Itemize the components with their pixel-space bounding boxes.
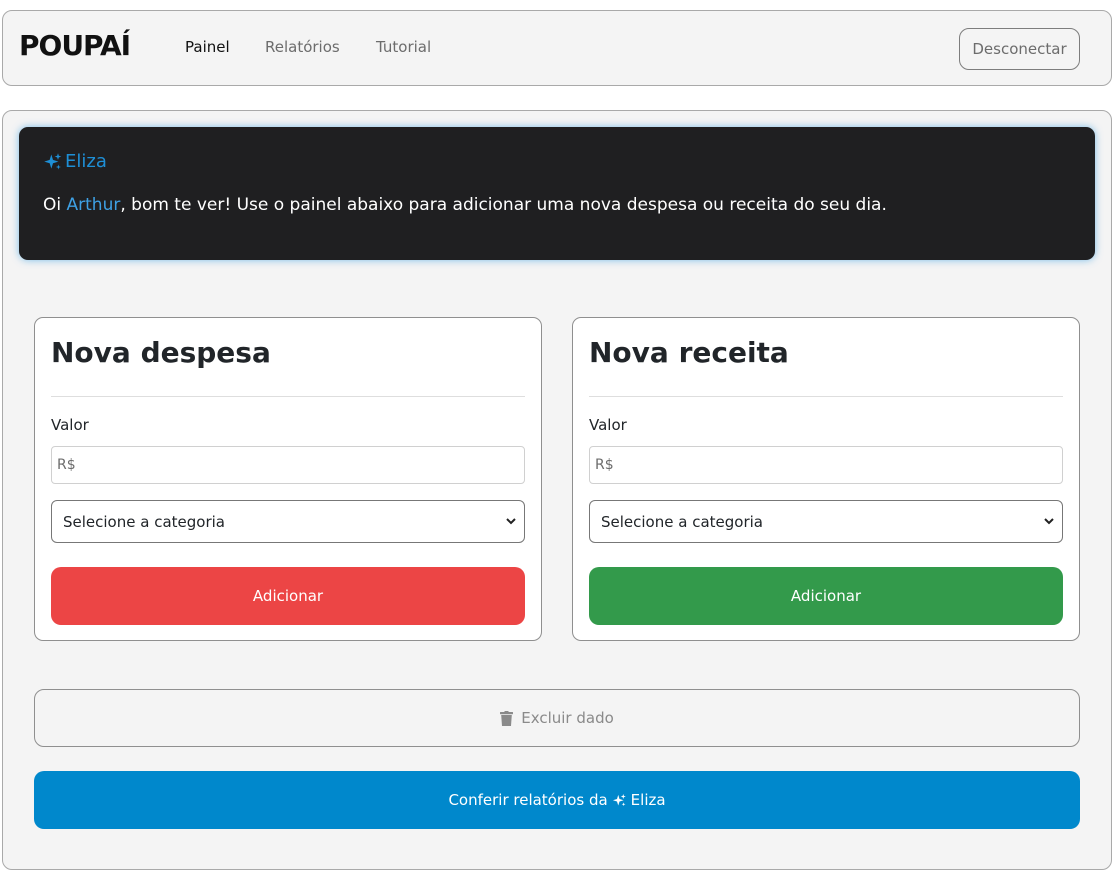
dashboard-panel: Eliza Oi Arthur, bom te ver! Use o paine… (2, 110, 1112, 870)
expense-card-title: Nova despesa (51, 336, 271, 369)
income-card-title: Nova receita (589, 336, 789, 369)
divider (589, 396, 1063, 397)
brand-logo[interactable]: POUPAÍ (19, 29, 131, 62)
income-category-select[interactable]: Selecione a categoria (589, 500, 1063, 543)
chevron-down-icon (1044, 518, 1054, 525)
expense-value-input[interactable] (51, 446, 525, 484)
trash-icon (500, 710, 514, 726)
greeting-suffix: , bom te ver! Use o painel abaixo para a… (120, 195, 887, 215)
eliza-greeting: Oi Arthur, bom te ver! Use o painel abai… (43, 195, 887, 215)
add-expense-button[interactable]: Adicionar (51, 567, 525, 625)
income-card: Nova receita Valor Selecione a categoria… (572, 317, 1080, 641)
sparkle-icon (612, 793, 626, 806)
eliza-name: Eliza (65, 151, 107, 172)
chevron-down-icon (506, 518, 516, 525)
reports-label: Conferir relatórios da (448, 791, 608, 809)
income-category-selected: Selecione a categoria (601, 512, 763, 531)
nav-link-relatorios[interactable]: Relatórios (265, 38, 340, 56)
income-value-input[interactable] (589, 446, 1063, 484)
divider (51, 396, 525, 397)
greeting-prefix: Oi (43, 195, 67, 215)
expense-category-select[interactable]: Selecione a categoria (51, 500, 525, 543)
income-value-label: Valor (589, 416, 627, 434)
nav-link-tutorial[interactable]: Tutorial (376, 38, 431, 56)
view-reports-button[interactable]: Conferir relatórios da Eliza (34, 771, 1080, 829)
expense-card: Nova despesa Valor Selecione a categoria… (34, 317, 542, 641)
expense-value-label: Valor (51, 416, 89, 434)
top-navbar: POUPAÍ Painel Relatórios Tutorial Descon… (2, 10, 1112, 86)
logout-button[interactable]: Desconectar (959, 28, 1080, 70)
eliza-assistant-banner: Eliza Oi Arthur, bom te ver! Use o paine… (19, 127, 1095, 260)
reports-eliza-name: Eliza (630, 791, 666, 809)
eliza-title: Eliza (43, 151, 107, 172)
delete-data-label: Excluir dado (521, 709, 614, 727)
expense-category-selected: Selecione a categoria (63, 512, 225, 531)
nav-link-painel[interactable]: Painel (185, 38, 230, 56)
delete-data-button[interactable]: Excluir dado (34, 689, 1080, 747)
sparkle-icon (44, 152, 62, 169)
add-income-button[interactable]: Adicionar (589, 567, 1063, 625)
user-name: Arthur (66, 195, 121, 215)
